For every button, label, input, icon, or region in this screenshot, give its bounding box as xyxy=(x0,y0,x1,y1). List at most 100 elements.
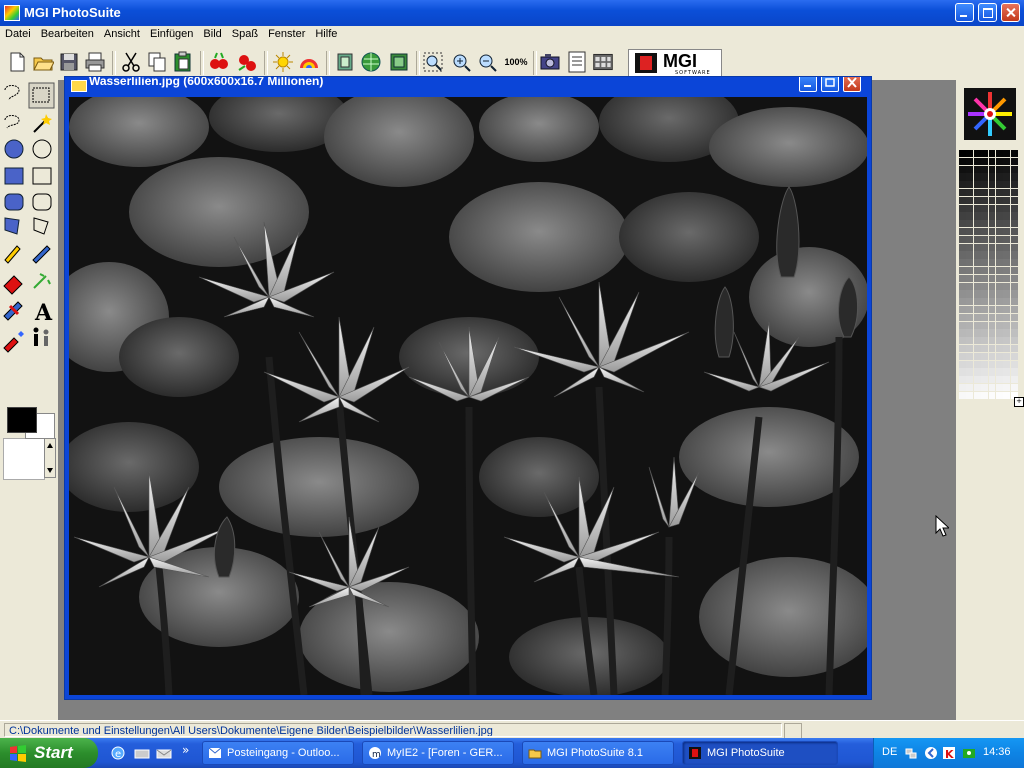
gray-swatch[interactable] xyxy=(1003,181,1011,189)
menu-bearbeiten[interactable]: Bearbeiten xyxy=(36,26,99,42)
gray-swatch[interactable] xyxy=(988,282,996,290)
menu-ansicht[interactable]: Ansicht xyxy=(99,26,145,42)
gray-swatch[interactable] xyxy=(996,337,1003,345)
gray-swatch[interactable] xyxy=(981,368,988,376)
gray-swatch[interactable] xyxy=(1010,157,1018,165)
gray-swatch[interactable] xyxy=(1010,165,1018,173)
gray-swatch[interactable] xyxy=(959,157,966,165)
gray-swatch[interactable] xyxy=(996,173,1003,181)
gray-swatch[interactable] xyxy=(973,267,981,275)
gray-swatch[interactable] xyxy=(1003,259,1011,267)
gray-swatch[interactable] xyxy=(996,313,1003,321)
gray-swatch[interactable] xyxy=(981,150,988,158)
gray-swatch[interactable] xyxy=(988,243,996,251)
gray-swatch[interactable] xyxy=(981,282,988,290)
gray-swatch[interactable] xyxy=(988,212,996,220)
gray-swatch[interactable] xyxy=(981,196,988,204)
gray-swatch[interactable] xyxy=(981,345,988,353)
task-photosuite-active[interactable]: MGI PhotoSuite xyxy=(682,741,838,765)
gray-swatch[interactable] xyxy=(973,251,981,259)
cut-icon[interactable] xyxy=(120,50,142,74)
gray-swatch[interactable] xyxy=(996,376,1003,384)
gray-swatch[interactable] xyxy=(1010,345,1018,353)
gray-swatch[interactable] xyxy=(1010,204,1018,212)
gray-swatch[interactable] xyxy=(1003,313,1011,321)
brush-preview[interactable] xyxy=(3,438,45,480)
gray-swatch[interactable] xyxy=(981,321,988,329)
gray-swatch[interactable] xyxy=(1003,165,1011,173)
gray-swatch[interactable] xyxy=(966,267,974,275)
gray-swatch[interactable] xyxy=(959,313,966,321)
gray-swatch[interactable] xyxy=(1003,267,1011,275)
gray-swatch[interactable] xyxy=(973,306,981,314)
gray-swatch[interactable] xyxy=(1003,376,1011,384)
gray-swatch[interactable] xyxy=(981,181,988,189)
gray-swatch[interactable] xyxy=(988,251,996,259)
fix-icon[interactable] xyxy=(236,50,258,74)
gray-swatch[interactable] xyxy=(1003,243,1011,251)
arrow-back-icon[interactable] xyxy=(924,746,938,760)
gray-swatch[interactable] xyxy=(981,220,988,228)
gray-swatch[interactable] xyxy=(959,204,966,212)
gray-swatch[interactable] xyxy=(959,360,966,368)
gray-swatch[interactable] xyxy=(1003,196,1011,204)
photo-icon[interactable] xyxy=(388,50,410,74)
gray-swatch[interactable] xyxy=(973,360,981,368)
gray-swatch[interactable] xyxy=(966,189,974,197)
gray-swatch[interactable] xyxy=(996,306,1003,314)
gray-swatch[interactable] xyxy=(988,352,996,360)
gray-swatch[interactable] xyxy=(973,321,981,329)
gray-swatch[interactable] xyxy=(1010,313,1018,321)
gray-swatch[interactable] xyxy=(959,181,966,189)
gray-swatch[interactable] xyxy=(966,204,974,212)
gray-swatch[interactable] xyxy=(1010,321,1018,329)
gray-swatch[interactable] xyxy=(996,165,1003,173)
copy-icon[interactable] xyxy=(146,50,168,74)
gray-swatch[interactable] xyxy=(973,157,981,165)
gray-swatch[interactable] xyxy=(1003,189,1011,197)
save-icon[interactable] xyxy=(58,50,80,74)
gray-swatch[interactable] xyxy=(988,337,996,345)
zoom-out-icon[interactable] xyxy=(476,50,498,74)
gray-swatch[interactable] xyxy=(996,329,1003,337)
gray-swatch[interactable] xyxy=(988,173,996,181)
gray-swatch[interactable] xyxy=(966,376,974,384)
gray-swatch[interactable] xyxy=(1010,189,1018,197)
gray-swatch[interactable] xyxy=(966,235,974,243)
foreground-color-swatch[interactable] xyxy=(7,407,37,433)
gray-swatch[interactable] xyxy=(996,243,1003,251)
gray-swatch[interactable] xyxy=(973,376,981,384)
gray-swatch[interactable] xyxy=(973,329,981,337)
gray-swatch[interactable] xyxy=(973,345,981,353)
gray-swatch[interactable] xyxy=(973,165,981,173)
swatch-grid-resize-button[interactable]: + xyxy=(1014,397,1024,407)
gray-swatch[interactable] xyxy=(959,329,966,337)
gray-swatch[interactable] xyxy=(973,220,981,228)
scan-icon[interactable] xyxy=(566,50,588,74)
gray-swatch[interactable] xyxy=(1010,267,1018,275)
gray-swatch[interactable] xyxy=(973,228,981,236)
gray-swatch[interactable] xyxy=(1003,391,1011,399)
brightness-icon[interactable] xyxy=(272,50,294,74)
gray-swatch[interactable] xyxy=(966,368,974,376)
task-photosuite-folder[interactable]: MGI PhotoSuite 8.1 xyxy=(522,741,674,765)
gray-swatch[interactable] xyxy=(988,181,996,189)
ie-quicklaunch-icon[interactable]: e xyxy=(110,745,126,761)
gray-swatch[interactable] xyxy=(959,259,966,267)
gray-swatch[interactable] xyxy=(1003,298,1011,306)
menu-fenster[interactable]: Fenster xyxy=(263,26,310,42)
image-canvas[interactable] xyxy=(69,97,867,695)
gray-swatch[interactable] xyxy=(981,329,988,337)
gray-swatch[interactable] xyxy=(1010,259,1018,267)
gray-swatch[interactable] xyxy=(988,321,996,329)
gray-swatch[interactable] xyxy=(988,313,996,321)
gray-swatch[interactable] xyxy=(959,376,966,384)
gray-swatch[interactable] xyxy=(1010,368,1018,376)
gray-swatch[interactable] xyxy=(973,282,981,290)
gray-swatch[interactable] xyxy=(1010,352,1018,360)
menu-datei[interactable]: Datei xyxy=(0,26,36,42)
gray-swatch[interactable] xyxy=(988,150,996,158)
document-window[interactable]: Wasserlilien.jpg (600x600x16.7 Millionen… xyxy=(64,76,872,700)
gray-swatch[interactable] xyxy=(973,212,981,220)
gray-swatch[interactable] xyxy=(959,267,966,275)
